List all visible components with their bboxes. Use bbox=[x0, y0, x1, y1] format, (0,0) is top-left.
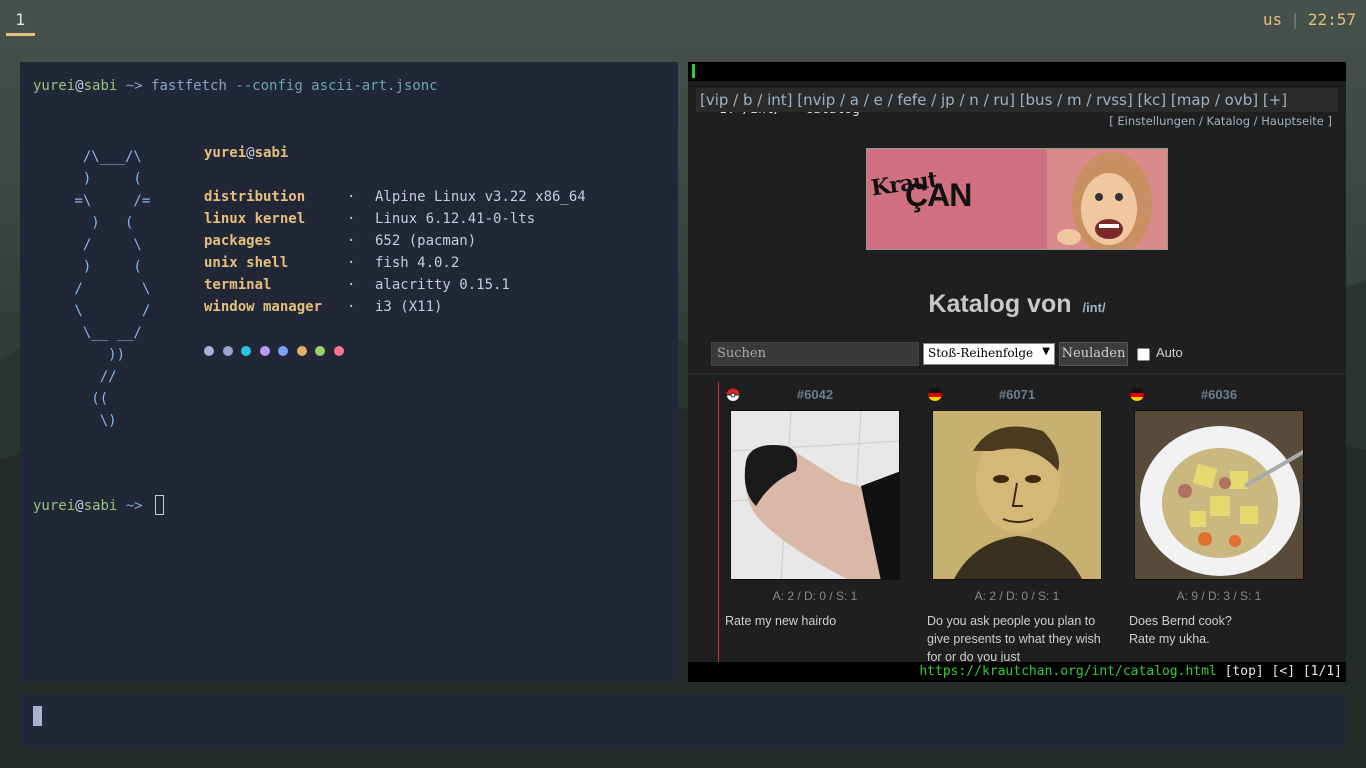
thread-thumbnail[interactable] bbox=[730, 410, 900, 580]
auto-checkbox[interactable] bbox=[1137, 348, 1150, 361]
thread-text: Rate my new hairdo bbox=[725, 614, 837, 628]
info-key: distribution bbox=[204, 189, 306, 205]
thread-text: Does Bernd cook? Rate my ukha. bbox=[1129, 614, 1232, 646]
active-indicator bbox=[692, 64, 695, 78]
info-bullet: · bbox=[347, 277, 356, 293]
info-value: Linux 6.12.41-0-lts bbox=[375, 211, 536, 227]
search-input[interactable]: Suchen bbox=[711, 342, 919, 366]
divider bbox=[688, 373, 1346, 374]
info-row: window manager · i3 (X11) bbox=[204, 296, 442, 318]
command-args: --config ascii-art.jsonc bbox=[226, 78, 438, 94]
header-host: sabi bbox=[254, 145, 289, 161]
top-status-bar: 1 us | 22:57 bbox=[0, 0, 1366, 40]
info-key: unix shell bbox=[204, 255, 289, 271]
color-swatch bbox=[241, 346, 251, 356]
info-value: i3 (X11) bbox=[375, 299, 443, 315]
info-key: linux kernel bbox=[204, 211, 306, 227]
prompt-at: @ bbox=[75, 498, 84, 514]
workspace-button[interactable]: 1 bbox=[6, 6, 35, 36]
info-bullet: · bbox=[347, 211, 356, 227]
status-tray: us | 22:57 bbox=[1263, 10, 1356, 30]
thread-thumbnail[interactable] bbox=[932, 410, 1102, 580]
color-swatch bbox=[222, 346, 233, 356]
info-value: alacritty 0.15.1 bbox=[375, 277, 510, 293]
info-value: Alpine Linux v3.22 x86_64 bbox=[375, 189, 586, 205]
info-key: window manager bbox=[204, 299, 323, 315]
terminal-window[interactable]: yurei@sabi ~> fastfetch --config ascii-a… bbox=[20, 62, 678, 682]
prompt-line[interactable]: yurei@sabi ~> bbox=[33, 495, 165, 515]
info-value: fish 4.0.2 bbox=[375, 255, 460, 271]
info-bullet: · bbox=[347, 255, 356, 271]
command-bar[interactable] bbox=[20, 693, 1346, 748]
info-row: distribution · Alpine Linux v3.22 x86_64 bbox=[204, 186, 586, 208]
catalog-title: Katalog von /int/ bbox=[688, 290, 1346, 319]
status-position: [top] [<] [1/1] bbox=[1216, 664, 1342, 679]
thread-card[interactable]: #6071 A: 2 / D: 0 / S: 1 Do you ask peop… bbox=[919, 382, 1115, 664]
chevron-down-icon: ▼ bbox=[1042, 346, 1050, 357]
prompt-host: sabi bbox=[83, 78, 118, 94]
color-swatch bbox=[278, 346, 288, 356]
header-at: @ bbox=[246, 145, 255, 161]
status-url: https://krautchan.org/int/catalog.html bbox=[919, 664, 1217, 679]
settings-links[interactable]: [ Einstellungen / Katalog / Hauptseite ] bbox=[1109, 114, 1332, 128]
auto-label: Auto bbox=[1156, 345, 1183, 360]
info-row: terminal · alacritty 0.15.1 bbox=[204, 274, 510, 296]
command-line: yurei@sabi ~> fastfetch --config ascii-a… bbox=[33, 77, 438, 95]
terminal-cursor bbox=[155, 495, 165, 515]
color-palette bbox=[204, 344, 352, 356]
site-banner[interactable]: Kraut ÇAN bbox=[866, 148, 1168, 250]
command: fastfetch bbox=[151, 78, 227, 94]
info-value: 652 (pacman) bbox=[375, 233, 477, 249]
color-swatch bbox=[259, 346, 270, 356]
catalog-title-text: Katalog von bbox=[928, 290, 1072, 318]
info-key: packages bbox=[204, 233, 272, 249]
prompt-user: yurei bbox=[33, 498, 76, 514]
color-swatch bbox=[315, 346, 325, 356]
browser-statusbar: https://krautchan.org/int/catalog.html [… bbox=[688, 662, 1346, 682]
tray-separator: | bbox=[1290, 10, 1300, 29]
prompt-at: @ bbox=[75, 78, 84, 94]
clock: 22:57 bbox=[1307, 10, 1356, 29]
color-swatch bbox=[333, 346, 344, 356]
banner-photo bbox=[1047, 149, 1167, 249]
info-row: packages · 652 (pacman) bbox=[204, 230, 476, 252]
sort-select[interactable]: Stoß-Reihenfolge ▼ bbox=[923, 343, 1055, 365]
catalog-board: /int/ bbox=[1082, 300, 1106, 315]
prompt-host: sabi bbox=[83, 498, 118, 514]
thread-thumbnail[interactable] bbox=[1134, 410, 1304, 580]
board-navigation[interactable]: [vip / b / int] [nvip / a / e / fefe / j… bbox=[696, 88, 1338, 112]
browser-window[interactable]: 1: /int/ - Catalog [vip / b / int] [nvip… bbox=[688, 62, 1346, 682]
info-row: unix shell · fish 4.0.2 bbox=[204, 252, 459, 274]
reload-button[interactable]: Neuladen bbox=[1059, 342, 1128, 366]
header-user: yurei bbox=[204, 145, 247, 161]
prompt-suffix: ~> bbox=[117, 498, 152, 514]
thread-stats: A: 2 / D: 0 / S: 1 bbox=[772, 589, 858, 603]
info-bullet: · bbox=[347, 299, 356, 315]
keyboard-layout: us bbox=[1262, 10, 1283, 29]
browser-titlebar: 1: /int/ - Catalog bbox=[688, 62, 1346, 117]
info-bullet: · bbox=[347, 189, 356, 205]
sort-selected-value: Stoß-Reihenfolge bbox=[928, 346, 1034, 360]
thread-stats: A: 2 / D: 0 / S: 1 bbox=[974, 589, 1060, 603]
color-swatch bbox=[296, 346, 307, 356]
info-key: terminal bbox=[204, 277, 272, 293]
thread-stats: A: 9 / D: 3 / S: 1 bbox=[1176, 589, 1262, 603]
fetch-header: yurei@sabi bbox=[204, 142, 288, 164]
info-row: linux kernel · Linux 6.12.41-0-lts bbox=[204, 208, 535, 230]
thread-card[interactable]: #6036 A: 9 / D: 3 / S: 1 Does Bernd cook… bbox=[1121, 382, 1317, 662]
ascii-art-cat: /\___/\ ) ( =\ /= ) ( / \ ) ( / \ \ / \_… bbox=[74, 149, 151, 429]
thread-number[interactable]: #6042 bbox=[717, 387, 913, 402]
banner-logo-can: ÇAN bbox=[905, 177, 972, 213]
thread-number[interactable]: #6036 bbox=[1121, 387, 1317, 402]
info-bullet: · bbox=[347, 233, 356, 249]
thread-card[interactable]: #6042 A: 2 / D: 0 / S: 1 Rate my new hai… bbox=[717, 382, 913, 662]
command-cursor bbox=[33, 706, 42, 726]
thread-text: Do you ask people you plan to give prese… bbox=[927, 614, 1101, 664]
prompt-user: yurei bbox=[33, 78, 76, 94]
thread-number[interactable]: #6071 bbox=[919, 387, 1115, 402]
prompt-suffix: ~> bbox=[117, 78, 152, 94]
color-swatch bbox=[204, 346, 214, 356]
